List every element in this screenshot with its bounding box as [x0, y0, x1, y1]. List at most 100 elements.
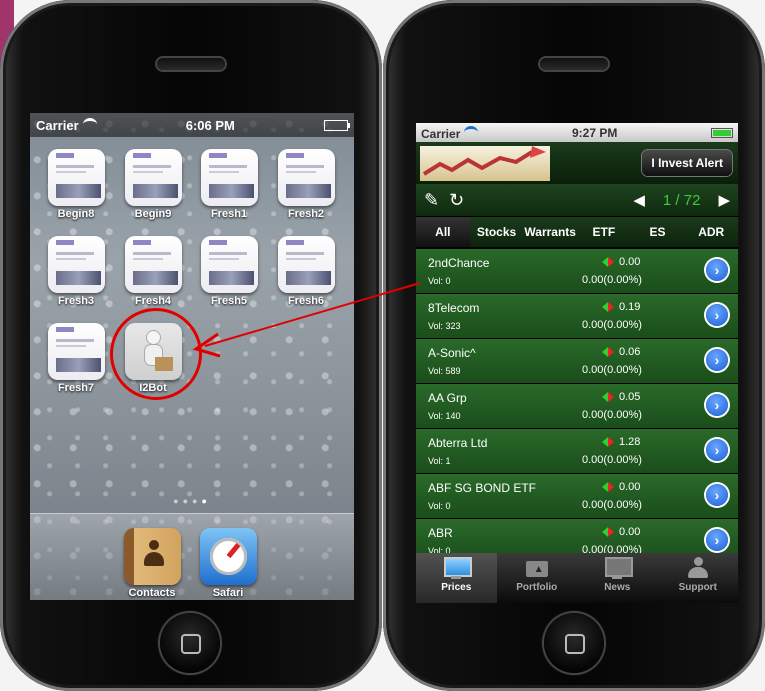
tab-label: Support: [678, 582, 717, 593]
book-cover-icon: [124, 149, 182, 206]
tab-etf[interactable]: ETF: [577, 217, 631, 247]
app-label: Fresh7: [57, 382, 95, 394]
bottom-tab-bar: Prices ▲ Portfolio News Support: [416, 553, 738, 603]
monitor-icon: [442, 557, 473, 579]
price-direction-icon: [602, 391, 614, 403]
tab-news[interactable]: News: [577, 553, 658, 603]
stock-name: Abterra Ltd: [428, 436, 488, 450]
detail-disclosure-icon[interactable]: ›: [706, 529, 728, 551]
stock-row[interactable]: 2ndChance Vol: 0 0.00 0.00(0.00%) ›: [416, 248, 738, 293]
app-safari[interactable]: Safari: [196, 528, 260, 599]
person-icon: [684, 557, 712, 579]
stock-change: 0.00(0.00%): [582, 319, 642, 331]
annotation-circle: [110, 308, 202, 400]
stock-volume: Vol: 0: [428, 276, 451, 286]
app-begin9[interactable]: Begin9: [121, 149, 185, 220]
prev-page-button[interactable]: ◀: [633, 191, 645, 209]
app-fresh3[interactable]: Fresh3: [44, 236, 108, 307]
app-label: Begin9: [134, 208, 172, 220]
app-label: Fresh6: [287, 295, 325, 307]
stock-row[interactable]: 8Telecom Vol: 323 0.19 0.00(0.00%) ›: [416, 293, 738, 338]
app-label: Safari: [212, 587, 244, 599]
stock-price: 1.28: [602, 436, 640, 448]
app-label: Fresh1: [210, 208, 248, 220]
app-label: Contacts: [128, 587, 176, 599]
book-cover-icon: [277, 236, 335, 293]
stock-volume: Vol: 589: [428, 366, 461, 376]
app-header: I Invest Alert: [416, 142, 738, 184]
carrier-label: Carrier: [421, 126, 461, 141]
home-button[interactable]: [544, 613, 604, 673]
trend-logo: [420, 146, 550, 181]
book-cover-icon: [200, 236, 258, 293]
category-tabs: All Stocks Warrants ETF ES ADR: [416, 216, 738, 248]
tab-prices[interactable]: Prices: [416, 553, 497, 603]
stock-row[interactable]: Abterra Ltd Vol: 1 1.28 0.00(0.00%) ›: [416, 428, 738, 473]
dock: Contacts Safari: [30, 513, 354, 600]
detail-disclosure-icon[interactable]: ›: [706, 484, 728, 506]
tab-adr[interactable]: ADR: [684, 217, 738, 247]
detail-disclosure-icon[interactable]: ›: [706, 259, 728, 281]
stock-list: 2ndChance Vol: 0 0.00 0.00(0.00%) › 8Tel…: [416, 248, 738, 563]
stock-name: AA Grp: [428, 391, 467, 405]
tab-portfolio[interactable]: ▲ Portfolio: [497, 553, 578, 603]
toolbar: ✎ ↻ ◀ 1 / 72 ▶: [416, 184, 738, 216]
app-fresh4[interactable]: Fresh4: [121, 236, 185, 307]
invest-alert-button[interactable]: I Invest Alert: [642, 150, 732, 176]
battery-icon: [324, 119, 350, 131]
app-label: Fresh2: [287, 208, 325, 220]
invest-app-screen: Carrier 9:27 PM I Invest Alert ✎ ↻ ◀ 1 /…: [416, 123, 738, 603]
wrench-icon[interactable]: ✎: [424, 190, 439, 211]
home-button[interactable]: [160, 613, 220, 673]
stock-change: 0.00(0.00%): [582, 409, 642, 421]
stock-name: A-Sonic^: [428, 346, 476, 360]
tab-support[interactable]: Support: [658, 553, 739, 603]
stock-row[interactable]: AA Grp Vol: 140 0.05 0.00(0.00%) ›: [416, 383, 738, 428]
detail-disclosure-icon[interactable]: ›: [706, 394, 728, 416]
tab-label: Prices: [441, 582, 472, 593]
status-bar: Carrier 9:27 PM: [416, 123, 738, 142]
refresh-icon[interactable]: ↻: [449, 190, 464, 211]
price-direction-icon: [602, 436, 614, 448]
wifi-icon: [82, 118, 97, 131]
app-begin8[interactable]: Begin8: [44, 149, 108, 220]
next-page-button[interactable]: ▶: [718, 191, 730, 209]
stock-price: 0.19: [602, 301, 640, 313]
status-bar: Carrier 6:06 PM: [30, 113, 354, 137]
tab-all[interactable]: All: [416, 217, 470, 247]
clock: 9:27 PM: [572, 125, 618, 140]
speaker-grille: [157, 58, 225, 70]
price-direction-icon: [602, 256, 614, 268]
stock-name: 8Telecom: [428, 301, 480, 315]
app-fresh2[interactable]: Fresh2: [274, 149, 338, 220]
detail-disclosure-icon[interactable]: ›: [706, 349, 728, 371]
stock-row[interactable]: ABF SG BOND ETF Vol: 0 0.00 0.00(0.00%) …: [416, 473, 738, 518]
tab-stocks[interactable]: Stocks: [470, 217, 524, 247]
app-label: Fresh3: [57, 295, 95, 307]
app-fresh6[interactable]: Fresh6: [274, 236, 338, 307]
price-direction-icon: [602, 301, 614, 313]
book-cover-icon: [47, 149, 105, 206]
wifi-icon: [464, 125, 479, 139]
stock-price: 0.06: [602, 346, 640, 358]
stock-row[interactable]: A-Sonic^ Vol: 589 0.06 0.00(0.00%) ›: [416, 338, 738, 383]
tab-label: Portfolio: [516, 582, 558, 593]
app-fresh7[interactable]: Fresh7: [44, 323, 108, 394]
app-label: Begin8: [57, 208, 95, 220]
book-cover-icon: [200, 149, 258, 206]
stock-price: 0.00: [602, 526, 640, 538]
detail-disclosure-icon[interactable]: ›: [706, 439, 728, 461]
book-cover-icon: [124, 236, 182, 293]
app-fresh1[interactable]: Fresh1: [197, 149, 261, 220]
stock-price: 0.00: [602, 256, 640, 268]
tab-es[interactable]: ES: [631, 217, 685, 247]
price-direction-icon: [602, 481, 614, 493]
app-contacts[interactable]: Contacts: [120, 528, 184, 599]
stock-name: ABF SG BOND ETF: [428, 481, 537, 495]
page-indicator[interactable]: ●●●●: [30, 496, 354, 506]
tab-warrants[interactable]: Warrants: [523, 217, 577, 247]
tab-label: News: [604, 582, 631, 593]
price-direction-icon: [602, 346, 614, 358]
app-fresh5[interactable]: Fresh5: [197, 236, 261, 307]
detail-disclosure-icon[interactable]: ›: [706, 304, 728, 326]
